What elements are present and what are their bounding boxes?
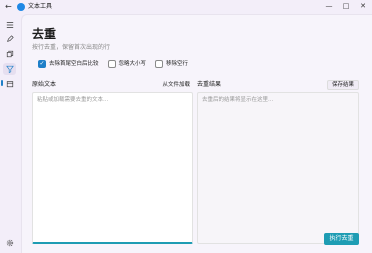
input-panel-label: 原始文本 — [32, 81, 57, 88]
save-result-button[interactable]: 保存结果 — [326, 80, 359, 90]
load-from-file-button[interactable]: 从文件加载 — [159, 81, 193, 89]
menu-icon[interactable] — [3, 19, 16, 31]
input-panel-header: 原始文本 从文件加载 — [32, 80, 193, 90]
page-subtitle: 按行去重，保留首次出现的行 — [32, 44, 111, 51]
back-arrow-icon[interactable]: ← — [5, 2, 12, 12]
calendar-icon[interactable] — [3, 78, 16, 90]
run-dedupe-button[interactable]: 执行去重 — [324, 233, 359, 245]
checkbox-checked-icon[interactable]: ✓ — [38, 60, 46, 68]
maximize-button[interactable]: □ — [340, 1, 352, 11]
option-label: 忽略大小写 — [118, 61, 147, 67]
checkbox-icon[interactable] — [107, 60, 116, 68]
checkbox-icon[interactable] — [155, 60, 164, 68]
options-row: ✓ 去除首尾空白后比较 忽略大小写 移除空行 — [38, 59, 197, 69]
option-label: 去除首尾空白后比较 — [49, 61, 99, 67]
output-panel-label: 去重结果 — [197, 81, 222, 88]
output-panel-header: 去重结果 保存结果 — [197, 80, 359, 90]
copy-icon[interactable] — [3, 48, 16, 60]
navigation-rail — [0, 14, 19, 253]
app-logo-icon — [17, 3, 25, 11]
window-title: 文本工具 — [28, 3, 53, 10]
main-content: 去重 按行去重，保留首次出现的行 ✓ 去除首尾空白后比较 忽略大小写 移除空行 … — [21, 14, 372, 253]
filter-icon[interactable] — [3, 63, 16, 75]
option-ignore-case[interactable]: 忽略大小写 — [107, 60, 147, 68]
option-trim-whitespace[interactable]: ✓ 去除首尾空白后比较 — [38, 60, 99, 68]
minimize-button[interactable]: — — [323, 1, 335, 11]
close-button[interactable]: ✕ — [357, 1, 369, 11]
page-title: 去重 — [32, 27, 57, 41]
option-label: 移除空行 — [166, 61, 189, 67]
option-remove-empty-lines[interactable]: 移除空行 — [155, 60, 188, 68]
pencil-icon[interactable] — [3, 33, 16, 45]
input-textarea[interactable]: 粘贴或加载需要去重的文本... — [32, 92, 193, 244]
settings-gear-icon[interactable] — [3, 237, 16, 249]
title-bar: ← 文本工具 — □ ✕ — [0, 0, 372, 14]
output-textarea[interactable]: 去重后的结果将显示在这里... — [197, 92, 359, 244]
